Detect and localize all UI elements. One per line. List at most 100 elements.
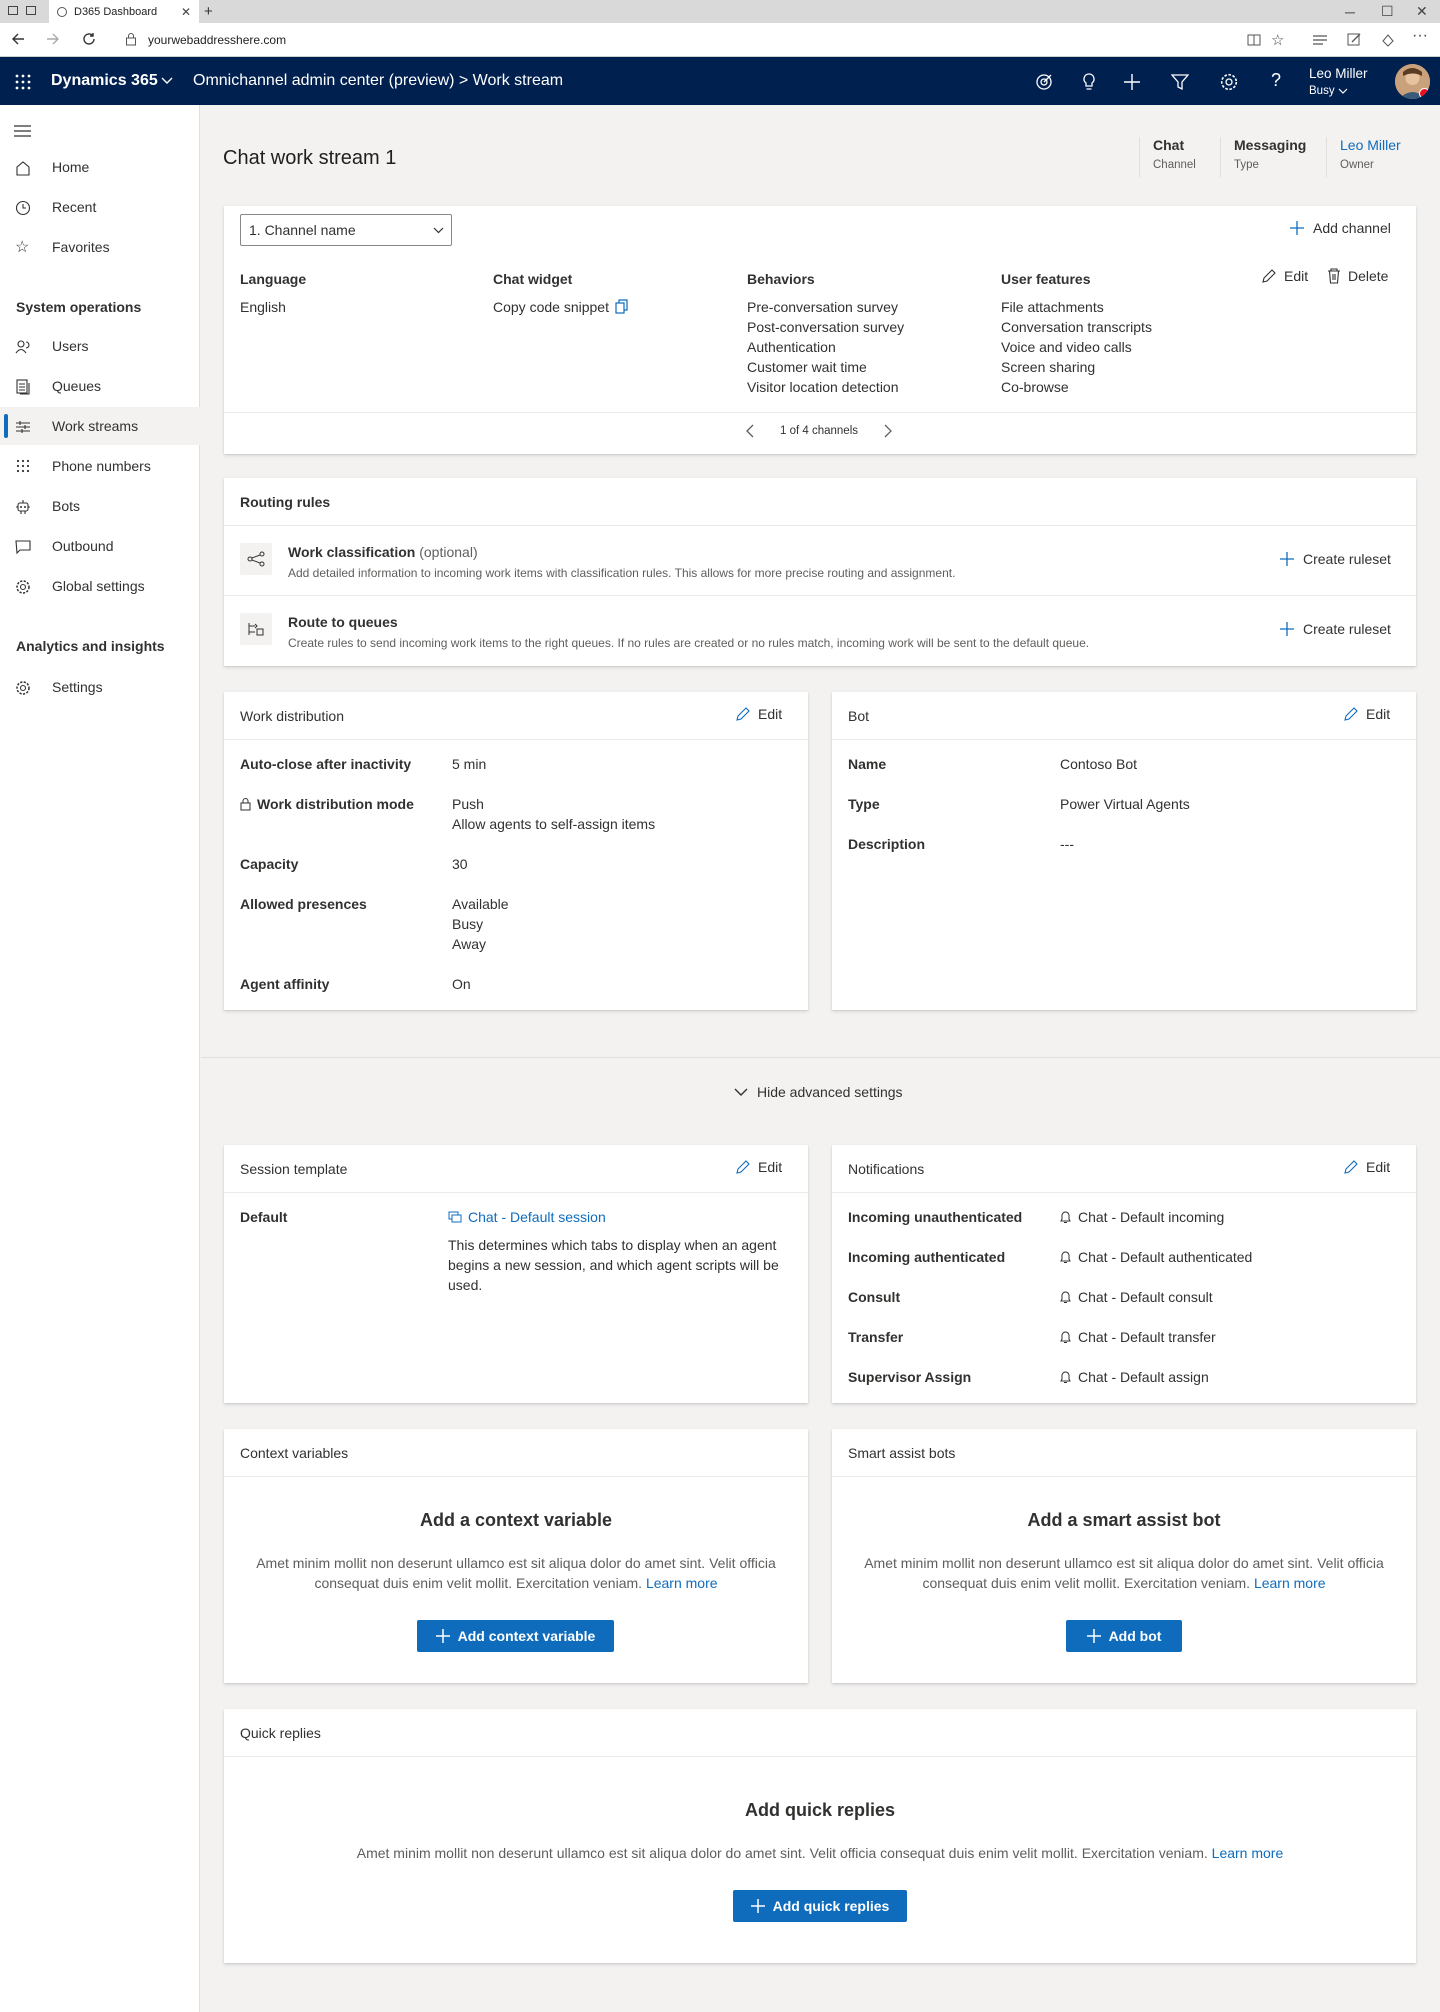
learn-more-link[interactable]: Learn more	[646, 1575, 718, 1591]
behaviors-list: Pre-conversation survey Post-conversatio…	[747, 297, 904, 397]
app-brand[interactable]: Dynamics 365	[51, 72, 158, 90]
target-icon[interactable]	[1035, 73, 1053, 91]
tab-favicon-icon	[57, 6, 67, 17]
sidebar-item-work-streams[interactable]: Work streams	[0, 407, 200, 445]
sidebar-item-recent[interactable]: Recent	[0, 188, 200, 226]
help-icon[interactable]: ?	[1271, 70, 1281, 91]
tab-close-icon[interactable]: ✕	[181, 5, 191, 19]
sidebar-item-outbound[interactable]: Outbound	[0, 527, 200, 565]
pager-prev-icon[interactable]	[745, 424, 755, 438]
hamburger-icon[interactable]	[14, 125, 31, 137]
learn-more-link[interactable]: Learn more	[1254, 1575, 1326, 1591]
notification-template[interactable]: Chat - Default incoming	[1060, 1207, 1224, 1227]
share-icon[interactable]	[1381, 32, 1396, 47]
sidebar-item-label: Bots	[52, 498, 81, 514]
create-ruleset-button[interactable]: Create ruleset	[1279, 621, 1391, 637]
clock-icon	[15, 200, 31, 216]
add-channel-button[interactable]: Add channel	[1289, 220, 1391, 236]
field-label: Auto-close after inactivity	[240, 756, 412, 772]
plus-icon	[1279, 621, 1295, 637]
pager-next-icon[interactable]	[883, 424, 893, 438]
row-title: Work classification	[288, 544, 416, 560]
sidebar-item-label: Favorites	[52, 239, 110, 255]
new-tab-icon[interactable]: +	[204, 3, 213, 20]
divider	[224, 1476, 808, 1477]
back-icon[interactable]	[10, 31, 26, 47]
sidebar-item-bots[interactable]: Bots	[0, 487, 200, 525]
session-template-link[interactable]: Chat - Default session	[448, 1207, 606, 1227]
learn-more-link[interactable]: Learn more	[1212, 1845, 1284, 1861]
bot-edit-button[interactable]: Edit	[1343, 706, 1390, 722]
header-field-key: Owner	[1340, 159, 1374, 171]
hub-icon[interactable]	[1312, 33, 1328, 47]
route-to-queues-title: Route to queues	[288, 614, 398, 630]
url-text[interactable]: yourwebaddresshere.com	[148, 33, 286, 47]
lightbulb-icon[interactable]	[1081, 72, 1097, 92]
notifications-edit-button[interactable]: Edit	[1343, 1159, 1390, 1175]
user-features-list: File attachments Conversation transcript…	[1001, 297, 1152, 397]
brand-chevron-down-icon[interactable]	[161, 77, 173, 85]
copy-code-snippet[interactable]: Copy code snippet	[493, 297, 629, 317]
user-name[interactable]: Leo Miller	[1309, 66, 1368, 81]
sidebar-item-home[interactable]: Home	[0, 148, 200, 186]
channel-edit-button[interactable]: Edit	[1261, 268, 1308, 284]
maximize-icon[interactable]: ☐	[1381, 0, 1394, 23]
session-edit-button[interactable]: Edit	[735, 1159, 782, 1175]
add-quick-replies-button[interactable]: Add quick replies	[733, 1890, 907, 1922]
avatar[interactable]	[1395, 64, 1430, 99]
window-close-icon[interactable]: ✕	[1416, 0, 1428, 23]
sidebar-item-label: Settings	[52, 679, 103, 695]
sidebar-item-favorites[interactable]: ☆ Favorites	[0, 228, 200, 266]
browser-set-aside-icon[interactable]	[26, 6, 36, 15]
field-label: Capacity	[240, 856, 299, 872]
minimize-icon[interactable]: ─	[1345, 0, 1355, 23]
owner-link[interactable]: Leo Miller	[1340, 137, 1416, 153]
browser-tab[interactable]: D365 Dashboard ✕	[49, 0, 199, 23]
field-label: Name	[848, 756, 887, 772]
more-icon[interactable]: ···	[1412, 27, 1428, 45]
row-description: Add detailed information to incoming wor…	[288, 566, 956, 580]
dialpad-icon	[15, 459, 31, 475]
header-field-value: Chat	[1153, 137, 1185, 153]
notification-template[interactable]: Chat - Default authenticated	[1060, 1247, 1252, 1267]
empty-state-description: Amet minim mollit non deserunt ullamco e…	[852, 1553, 1396, 1593]
app-launcher-icon[interactable]	[15, 74, 31, 90]
notification-template[interactable]: Chat - Default assign	[1060, 1367, 1209, 1387]
hide-advanced-label: Hide advanced settings	[757, 1084, 903, 1100]
page-title: Chat work stream 1	[223, 147, 397, 169]
sidebar-item-queues[interactable]: Queues	[0, 367, 200, 405]
bell-icon	[1060, 1290, 1071, 1304]
card-title: Quick replies	[240, 1725, 321, 1741]
divider	[832, 1192, 1416, 1193]
sidebar-item-settings[interactable]: Settings	[0, 668, 200, 706]
sidebar-item-phone-numbers[interactable]: Phone numbers	[0, 447, 200, 485]
sidebar-item-users[interactable]: Users	[0, 327, 200, 365]
add-context-variable-button[interactable]: Add context variable	[417, 1620, 614, 1652]
filter-icon[interactable]	[1171, 73, 1189, 91]
refresh-icon[interactable]	[81, 31, 97, 47]
create-ruleset-button[interactable]: Create ruleset	[1279, 551, 1391, 567]
status-chevron-down-icon	[1338, 88, 1348, 94]
user-status[interactable]: Busy	[1309, 85, 1348, 97]
work-distribution-edit-button[interactable]: Edit	[735, 706, 782, 722]
gear-icon[interactable]	[1219, 72, 1239, 92]
channel-delete-button[interactable]: Delete	[1327, 268, 1388, 284]
channel-select[interactable]: 1. Channel name	[240, 214, 452, 246]
favorite-star-icon[interactable]: ☆	[1271, 31, 1284, 49]
field-label: Work distribution mode	[257, 796, 414, 812]
plus-icon[interactable]	[1123, 73, 1141, 91]
notes-icon[interactable]	[1347, 32, 1362, 47]
add-bot-button[interactable]: Add bot	[1066, 1620, 1182, 1652]
presence-item: Away	[452, 936, 486, 952]
description-text: Amet minim mollit non deserunt ullamco e…	[356, 1845, 1208, 1861]
reading-view-icon[interactable]	[1247, 33, 1261, 47]
card-title: Bot	[848, 708, 870, 724]
divider	[224, 739, 808, 740]
hide-advanced-settings-button[interactable]: Hide advanced settings	[734, 1084, 903, 1100]
browser-back-tabs-icon[interactable]	[8, 6, 18, 15]
sidebar-item-global-settings[interactable]: Global settings	[0, 567, 200, 605]
notification-template[interactable]: Chat - Default consult	[1060, 1287, 1213, 1307]
forward-icon[interactable]	[45, 31, 61, 47]
notification-template[interactable]: Chat - Default transfer	[1060, 1327, 1216, 1347]
star-icon: ☆	[15, 239, 30, 256]
